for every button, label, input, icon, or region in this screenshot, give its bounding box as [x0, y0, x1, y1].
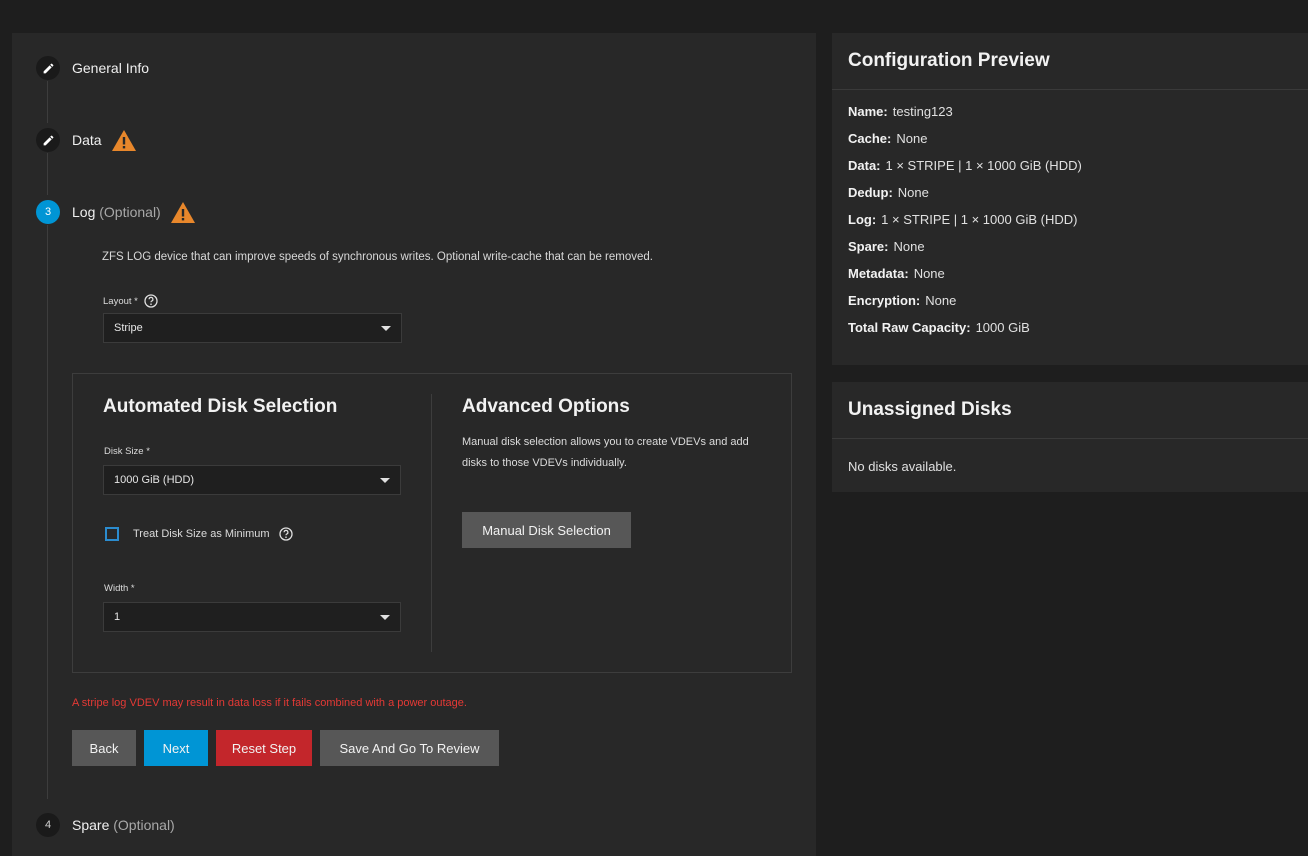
- step-label: General Info: [72, 60, 150, 76]
- width-select[interactable]: 1: [103, 602, 401, 632]
- save-and-review-button[interactable]: Save And Go To Review: [320, 730, 499, 766]
- configuration-preview-card: Configuration Preview Name: testing123 Ca…: [832, 33, 1308, 365]
- preview-key: Data:: [848, 158, 881, 173]
- warning-icon: [170, 201, 195, 223]
- step-optional-tag: (Optional): [99, 204, 161, 220]
- log-description: ZFS LOG device that can improve speeds o…: [102, 251, 653, 263]
- preview-key: Total Raw Capacity:: [848, 320, 971, 335]
- disk-selection-box: Automated Disk Selection Disk Size * 100…: [72, 373, 792, 673]
- step-number: 4: [36, 813, 60, 837]
- step-log[interactable]: 3 Log (Optional): [36, 199, 195, 225]
- advanced-options-title: Advanced Options: [462, 396, 630, 417]
- step-label: Spare (Optional): [72, 817, 175, 833]
- preview-key: Metadata:: [848, 266, 909, 281]
- next-button[interactable]: Next: [144, 730, 208, 766]
- preview-key: Name:: [848, 104, 888, 119]
- reset-step-button[interactable]: Reset Step: [216, 730, 312, 766]
- preview-row: Data: 1 × STRIPE | 1 × 1000 GiB (HDD): [848, 158, 1292, 185]
- preview-row: Name: testing123: [848, 104, 1292, 131]
- preview-row: Dedup: None: [848, 185, 1292, 212]
- help-icon[interactable]: [144, 294, 158, 308]
- configuration-preview-list: Name: testing123 Cache: None Data: 1 × STRI…: [832, 90, 1308, 347]
- width-label: Width *: [104, 583, 135, 594]
- step-connector: [47, 153, 48, 195]
- step-label: Log (Optional): [72, 204, 161, 220]
- width-value: 1: [114, 611, 121, 623]
- preview-value: None: [925, 293, 957, 308]
- step-number: 3: [36, 200, 60, 224]
- preview-row: Cache: None: [848, 131, 1292, 158]
- treat-min-checkbox[interactable]: [105, 527, 119, 541]
- step-label-text: Spare: [72, 817, 110, 833]
- treat-min-row: Treat Disk Size as Minimum: [105, 527, 293, 541]
- layout-select[interactable]: Stripe: [103, 313, 402, 343]
- preview-row: Log: 1 × STRIPE | 1 × 1000 GiB (HDD): [848, 212, 1292, 239]
- preview-value: None: [896, 131, 928, 146]
- step-general-info[interactable]: General Info: [36, 55, 149, 81]
- advanced-options-text: Manual disk selection allows you to crea…: [462, 436, 749, 469]
- step-connector: [47, 225, 48, 799]
- pool-wizard-stepper: General Info Data 3 Log (Optional) ZFS L…: [12, 33, 816, 856]
- layout-label-text: Layout *: [103, 295, 138, 307]
- edit-icon: [36, 56, 60, 80]
- unassigned-disks-title: Unassigned Disks: [832, 382, 1308, 439]
- edit-icon: [36, 128, 60, 152]
- configuration-preview-title: Configuration Preview: [832, 33, 1308, 90]
- preview-row: Total Raw Capacity: 1000 GiB: [848, 320, 1292, 347]
- warning-icon: [111, 129, 136, 151]
- preview-value: 1 × STRIPE | 1 × 1000 GiB (HDD): [885, 158, 1082, 173]
- disk-size-select[interactable]: 1000 GiB (HDD): [103, 465, 401, 495]
- preview-value: 1 × STRIPE | 1 × 1000 GiB (HDD): [881, 212, 1078, 227]
- step-data[interactable]: Data: [36, 127, 136, 153]
- unassigned-disks-text: No disks available.: [848, 459, 957, 474]
- treat-min-label: Treat Disk Size as Minimum: [133, 528, 270, 540]
- step-label-text: Log: [72, 204, 96, 220]
- preview-value: None: [897, 185, 929, 200]
- stripe-warning-text: A stripe log VDEV may result in data los…: [72, 697, 467, 709]
- chevron-down-icon: [380, 478, 390, 483]
- preview-row: Metadata: None: [848, 266, 1292, 293]
- section-divider: [431, 394, 432, 652]
- layout-label: Layout *: [103, 294, 158, 308]
- preview-value: None: [913, 266, 945, 281]
- automated-selection-title: Automated Disk Selection: [103, 396, 338, 417]
- help-icon[interactable]: [278, 527, 293, 541]
- preview-value: None: [893, 239, 925, 254]
- layout-select-value: Stripe: [114, 322, 143, 334]
- step-spare[interactable]: 4 Spare (Optional): [36, 812, 175, 838]
- back-button[interactable]: Back: [72, 730, 136, 766]
- preview-key: Log:: [848, 212, 877, 227]
- preview-value: testing123: [892, 104, 953, 119]
- preview-key: Encryption:: [848, 293, 921, 308]
- preview-key: Dedup:: [848, 185, 893, 200]
- step-optional-tag: (Optional): [113, 817, 175, 833]
- preview-value: 1000 GiB: [975, 320, 1030, 335]
- step-label: Data: [72, 132, 102, 148]
- preview-key: Spare:: [848, 239, 889, 254]
- preview-key: Cache:: [848, 131, 892, 146]
- chevron-down-icon: [381, 326, 391, 331]
- unassigned-disks-card: Unassigned Disks No disks available.: [832, 382, 1308, 492]
- disk-size-value: 1000 GiB (HDD): [114, 474, 195, 486]
- step-connector: [47, 81, 48, 123]
- manual-disk-selection-button[interactable]: Manual Disk Selection: [462, 512, 631, 548]
- disk-size-label: Disk Size *: [104, 446, 150, 457]
- chevron-down-icon: [380, 615, 390, 620]
- preview-row: Spare: None: [848, 239, 1292, 266]
- preview-row: Encryption: None: [848, 293, 1292, 320]
